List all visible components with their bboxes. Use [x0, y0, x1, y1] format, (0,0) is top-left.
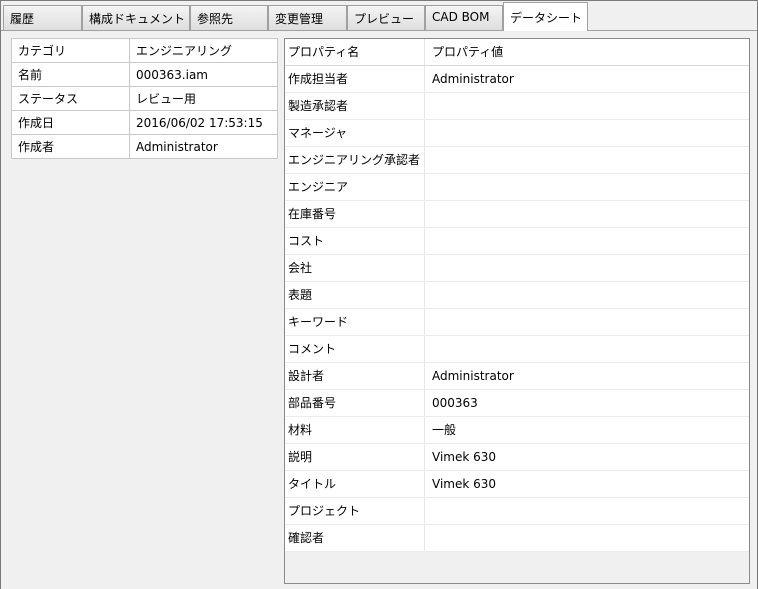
- table-row[interactable]: エンジニアリング承認者: [285, 147, 749, 174]
- table-row[interactable]: エンジニア: [285, 174, 749, 201]
- property-name-cell: キーワード: [288, 315, 349, 329]
- tab-change-management[interactable]: 変更管理: [268, 5, 347, 30]
- grid-header: プロパティ名 プロパティ値: [285, 39, 749, 66]
- table-row[interactable]: 確認者: [285, 525, 749, 552]
- summary-key: 作成日: [11, 110, 130, 135]
- property-value-cell[interactable]: Administrator: [424, 66, 749, 92]
- summary-value: Administrator: [129, 134, 278, 159]
- table-row: 名前 000363.iam: [11, 62, 278, 87]
- property-value-cell[interactable]: [424, 336, 749, 362]
- property-name-cell: 部品番号: [288, 396, 337, 410]
- table-row[interactable]: タイトル Vimek 630: [285, 471, 749, 498]
- table-row[interactable]: 表題: [285, 282, 749, 309]
- table-row[interactable]: 作成担当者 Administrator: [285, 66, 749, 93]
- table-row: カテゴリ エンジニアリング: [11, 38, 278, 63]
- property-value-cell[interactable]: 000363: [424, 390, 749, 416]
- property-value-cell[interactable]: [424, 147, 749, 173]
- property-value-cell[interactable]: [424, 201, 749, 227]
- property-name-cell: エンジニアリング承認者: [288, 153, 421, 167]
- table-row[interactable]: 部品番号 000363: [285, 390, 749, 417]
- property-name-cell: 説明: [288, 450, 313, 464]
- summary-key: ステータス: [11, 86, 130, 111]
- property-value-cell[interactable]: Vimek 630: [424, 444, 749, 470]
- tab-references[interactable]: 参照先: [190, 5, 268, 30]
- table-row[interactable]: コスト: [285, 228, 749, 255]
- property-name-cell: 作成担当者: [288, 72, 349, 86]
- property-value-cell[interactable]: [424, 498, 749, 524]
- table-row[interactable]: 会社: [285, 255, 749, 282]
- property-value-cell[interactable]: 一般: [424, 417, 749, 443]
- summary-value: 000363.iam: [129, 62, 278, 87]
- property-value-cell[interactable]: [424, 309, 749, 335]
- summary-key: 作成者: [11, 134, 130, 159]
- tab-datasheet[interactable]: データシート: [503, 2, 588, 31]
- table-row[interactable]: 製造承認者: [285, 93, 749, 120]
- property-value-cell[interactable]: [424, 93, 749, 119]
- summary-key: カテゴリ: [11, 38, 130, 63]
- tab-cad-bom[interactable]: CAD BOM: [425, 5, 503, 30]
- table-row[interactable]: キーワード: [285, 309, 749, 336]
- property-name-cell: コスト: [288, 234, 325, 248]
- property-grid[interactable]: プロパティ名 プロパティ値 作成担当者 Administrator 製造承認者マネー…: [284, 38, 750, 584]
- property-value-cell[interactable]: [424, 282, 749, 308]
- table-row[interactable]: プロジェクト: [285, 498, 749, 525]
- property-value-cell[interactable]: [424, 174, 749, 200]
- table-row[interactable]: 設計者 Administrator: [285, 363, 749, 390]
- table-row[interactable]: コメント: [285, 336, 749, 363]
- property-value-cell[interactable]: Administrator: [424, 363, 749, 389]
- property-name-cell: 材料: [288, 423, 313, 437]
- table-row: ステータス レビュー用: [11, 86, 278, 111]
- property-name-cell: 製造承認者: [288, 99, 349, 113]
- property-value-cell[interactable]: [424, 120, 749, 146]
- summary-value: レビュー用: [129, 86, 278, 111]
- table-row: 作成日 2016/06/02 17:53:15: [11, 110, 278, 135]
- summary-key: 名前: [11, 62, 130, 87]
- summary-value: エンジニアリング: [129, 38, 278, 63]
- column-header-property-value[interactable]: プロパティ値: [424, 39, 749, 65]
- property-name-cell: 確認者: [288, 531, 325, 545]
- property-value-cell[interactable]: [424, 525, 749, 551]
- datasheet-window: 履歴 構成ドキュメント 参照先 変更管理 プレビュー CAD BOM データシー…: [0, 0, 758, 589]
- tab-content: カテゴリ エンジニアリング 名前 000363.iam ステータス レビュー用 …: [1, 30, 757, 589]
- property-name-cell: エンジニア: [288, 180, 349, 194]
- grid-rows: 作成担当者 Administrator 製造承認者マネージャエンジニアリング承認者エ…: [285, 66, 749, 552]
- tab-bar: 履歴 構成ドキュメント 参照先 変更管理 プレビュー CAD BOM データシー…: [1, 1, 757, 31]
- property-value-cell[interactable]: [424, 255, 749, 281]
- table-row[interactable]: 在庫番号: [285, 201, 749, 228]
- table-row[interactable]: 材料 一般: [285, 417, 749, 444]
- tab-preview[interactable]: プレビュー: [347, 5, 425, 30]
- tab-history[interactable]: 履歴: [3, 5, 82, 30]
- property-name-cell: コメント: [288, 342, 337, 356]
- property-name-cell: 設計者: [288, 369, 325, 383]
- property-value-cell[interactable]: [424, 228, 749, 254]
- table-row: 作成者 Administrator: [11, 134, 278, 159]
- tab-structure-documents[interactable]: 構成ドキュメント: [82, 5, 190, 30]
- column-header-property-name[interactable]: プロパティ名: [285, 39, 424, 65]
- summary-value: 2016/06/02 17:53:15: [129, 110, 278, 135]
- summary-table: カテゴリ エンジニアリング 名前 000363.iam ステータス レビュー用 …: [11, 38, 278, 159]
- property-name-cell: マネージャ: [288, 126, 348, 140]
- property-name-cell: 在庫番号: [288, 207, 337, 221]
- table-row[interactable]: マネージャ: [285, 120, 749, 147]
- property-name-cell: プロジェクト: [288, 504, 361, 518]
- table-row[interactable]: 説明 Vimek 630: [285, 444, 749, 471]
- property-name-cell: 会社: [288, 261, 313, 275]
- property-name-cell: 表題: [288, 288, 313, 302]
- property-value-cell[interactable]: Vimek 630: [424, 471, 749, 497]
- property-name-cell: タイトル: [288, 477, 337, 491]
